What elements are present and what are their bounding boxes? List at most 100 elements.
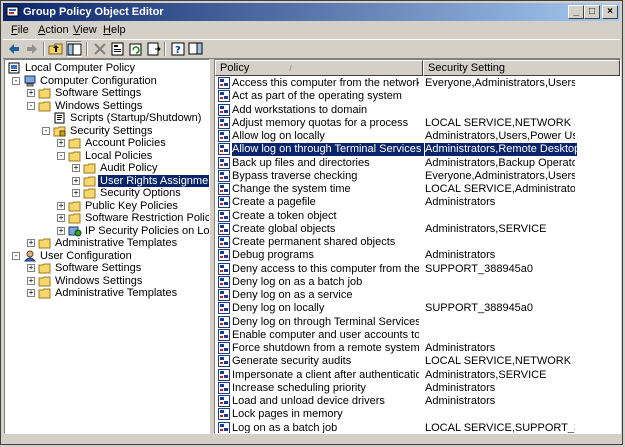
policy-row[interactable]: Force shutdown from a remote system Admin… [215,342,620,355]
policy-row[interactable]: Load and unload device drivers Administra… [215,395,620,408]
policy-row[interactable]: Deny log on as a batch job [215,275,620,289]
maximize-button[interactable]: □ [584,5,600,19]
policy-setting-icon [218,130,230,142]
tree-node[interactable]: - Windows Settings [5,100,209,112]
policy-name: Add workstations to domain [232,103,368,116]
policy-row[interactable]: Add workstations to domain [215,103,620,117]
tree-node[interactable]: Local Computer Policy [5,62,209,74]
expand-icon[interactable]: + [72,189,80,197]
export-list-icon[interactable] [146,41,162,57]
expand-icon[interactable]: + [57,201,65,210]
expand-icon[interactable]: + [57,226,65,235]
expand-icon[interactable]: + [72,164,80,172]
tree-node[interactable]: + Administrative Templates [5,287,209,299]
policy-row[interactable]: Deny access to this computer from the ne… [215,262,620,276]
expand-icon[interactable]: + [72,176,80,185]
policy-name: Deny log on as a service [232,289,353,301]
tree-node[interactable]: + Security Options [5,187,209,199]
minimize-button[interactable]: _ [568,5,584,19]
tree-node[interactable]: + Software Settings [5,87,209,99]
folder-icon [83,175,97,187]
svg-text:?: ? [175,45,181,56]
policy-row[interactable]: Back up files and directories Administrat… [215,156,620,170]
up-one-level-icon[interactable] [48,41,64,57]
expand-icon[interactable]: + [27,264,35,272]
tree-node[interactable]: - User Configuration [5,250,209,262]
tree-node[interactable]: Scripts (Startup/Shutdown) [5,112,209,124]
close-button[interactable]: × [602,5,618,19]
collapse-icon[interactable]: - [42,126,50,135]
menu-action[interactable]: Action [34,23,73,37]
menu-file[interactable]: File [7,23,33,37]
policy-setting-icon [218,328,230,341]
security-setting-value: LOCAL SERVICE,NETWORK SERVICE [425,355,575,368]
tree-node[interactable]: + Administrative Templates [5,237,209,249]
policy-row[interactable]: Create permanent shared objects [215,236,620,249]
policy-row[interactable]: Allow log on locally Administrators,Users… [215,130,620,143]
help-icon[interactable]: ? [170,41,186,57]
policy-row[interactable]: Create a token object [215,209,620,223]
tree-node[interactable]: - Local Policies [5,150,209,162]
tree-node[interactable]: + Audit Policy [5,162,209,174]
menu-help[interactable]: Help [99,23,130,37]
tree-node[interactable]: + Software Settings [5,262,209,274]
policy-row[interactable]: Lock pages in memory [215,408,620,421]
forward-arrow-icon[interactable] [24,41,40,57]
policy-setting-icon [218,116,230,129]
tree-node[interactable]: + Account Policies [5,137,209,149]
policy-row[interactable]: Change the system time LOCAL SERVICE,Admi… [215,183,620,196]
policy-row[interactable]: Impersonate a client after authenticatio… [215,368,620,382]
expand-icon[interactable]: + [57,139,65,147]
console-tree[interactable]: Local Computer Policy - Computer Configura… [4,59,210,434]
refresh-icon[interactable] [128,41,144,57]
expand-icon[interactable]: + [27,289,35,297]
policy-row[interactable]: Act as part of the operating system [215,90,620,103]
details-pane[interactable]: Policy / Security Setting Access this com… [214,59,621,434]
expand-icon[interactable]: + [27,89,35,97]
policy-row[interactable]: Create a pagefile Administrators [215,196,620,209]
tree-node[interactable]: + Windows Settings [5,275,209,287]
expand-icon[interactable]: + [57,214,65,222]
policy-row[interactable]: Deny log on locally SUPPORT_388945a0 [215,302,620,315]
policy-row[interactable]: Adjust memory quotas for a process LOCAL … [215,116,620,130]
column-header-security-setting[interactable]: Security Setting [423,60,620,76]
back-arrow-icon[interactable] [6,41,22,57]
policy-row[interactable]: Enable computer and user accounts to be … [215,328,620,342]
tree-node[interactable]: + Software Restriction Policies [5,212,209,224]
title-bar[interactable]: Group Policy Object Editor _ □ × [3,3,620,21]
menu-view[interactable]: View [69,23,101,37]
tree-node[interactable]: - Security Settings [5,125,209,137]
policy-row[interactable]: Deny log on as a service [215,289,620,302]
policy-row[interactable]: Increase scheduling priority Administrato… [215,381,620,395]
delete-icon[interactable] [92,41,108,57]
policy-name: Back up files and directories [232,156,370,169]
policy-setting-icon [218,222,230,235]
policy-name: Allow log on locally [232,130,325,142]
expand-icon[interactable]: + [27,239,35,247]
policy-row[interactable]: Create global objects Administrators,SERV… [215,222,620,236]
folder-icon [68,137,82,149]
show-hide-tree-icon[interactable] [66,41,82,57]
security-setting-value: Administrators [425,342,496,354]
policy-row[interactable]: Deny log on through Terminal Services [215,315,620,329]
tree-node-label: Public Key Policies [85,199,178,212]
policy-row[interactable]: Log on as a batch job LOCAL SERVICE,SUPPO… [215,421,620,433]
expand-icon[interactable]: + [27,276,35,285]
tree-node[interactable]: + Public Key Policies [5,200,209,212]
properties-icon[interactable] [110,41,126,57]
policy-row[interactable]: Access this computer from the network Eve… [215,77,620,90]
column-header-policy[interactable]: Policy / [215,60,423,76]
show-hide-action-pane-icon[interactable] [188,41,204,57]
policy-row[interactable]: Bypass traverse checking Everyone,Adminis… [215,169,620,183]
policy-row[interactable]: Allow log on through Terminal Services Ad… [215,143,620,157]
tree-node[interactable]: + User Rights Assignment [5,174,209,187]
collapse-icon[interactable]: - [12,251,20,260]
policy-name: Lock pages in memory [232,408,343,421]
collapse-icon[interactable]: - [12,76,20,85]
tree-node[interactable]: + IP Security Policies on Local Comp [5,225,209,237]
collapse-icon[interactable]: - [57,151,65,160]
tree-node[interactable]: - Computer Configuration [5,75,209,87]
collapse-icon[interactable]: - [27,101,35,110]
policy-row[interactable]: Debug programs Administrators [215,249,620,262]
policy-row[interactable]: Generate security audits LOCAL SERVICE,NE… [215,355,620,368]
